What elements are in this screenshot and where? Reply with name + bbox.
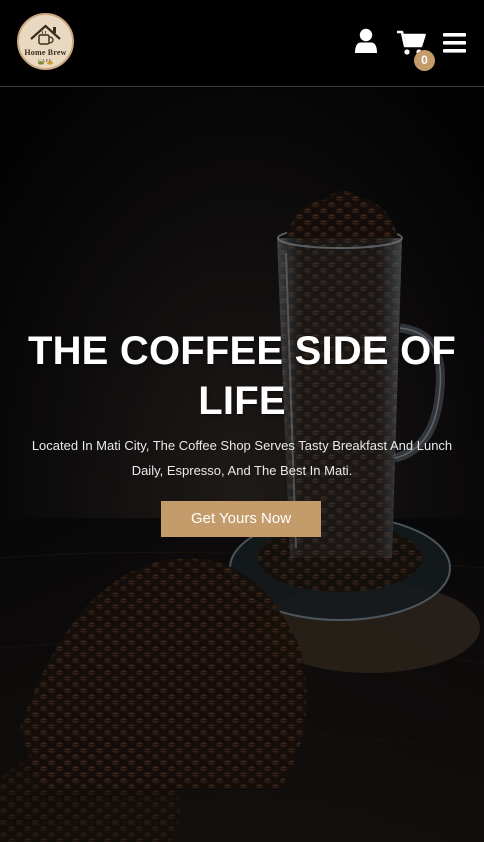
logo-text: Home Brew: [24, 48, 67, 57]
user-icon[interactable]: [354, 28, 378, 54]
hero-content: THE COFFEE SIDE OF LIFE Located In Mati …: [0, 88, 484, 842]
cart-count-badge[interactable]: 0: [414, 50, 435, 71]
page: Home Brew CAFE 0 THE COFFEE SIDE OF LIFE…: [0, 0, 484, 842]
get-yours-now-button[interactable]: Get Yours Now: [161, 501, 321, 537]
site-header: Home Brew CAFE 0: [0, 0, 484, 87]
logo-subtext: CAFE: [38, 58, 53, 63]
hero-section: THE COFFEE SIDE OF LIFE Located In Mati …: [0, 88, 484, 842]
hero-title: THE COFFEE SIDE OF LIFE: [27, 329, 457, 423]
hero-description: Located In Mati City, The Coffee Shop Se…: [31, 438, 453, 478]
hamburger-menu-icon[interactable]: [443, 32, 466, 54]
home-brew-logo[interactable]: Home Brew CAFE: [17, 13, 74, 70]
